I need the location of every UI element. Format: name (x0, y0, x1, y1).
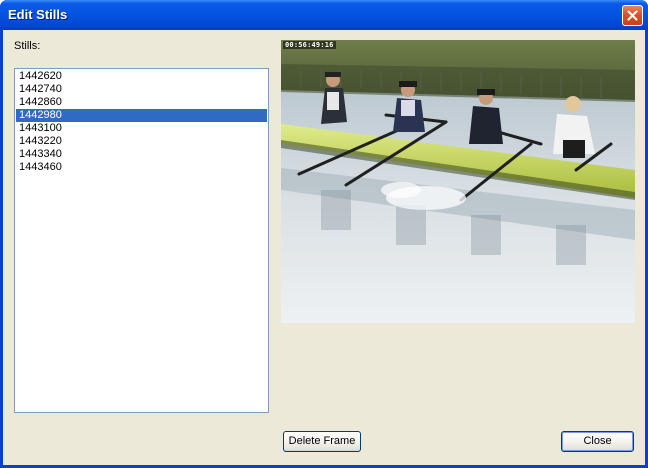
list-item[interactable]: 1442620 (16, 70, 267, 83)
list-item[interactable]: 1443100 (16, 122, 267, 135)
window-title: Edit Stills (8, 7, 68, 22)
list-item[interactable]: 1442740 (16, 83, 267, 96)
timecode-overlay: 00:56:49:16 (283, 41, 336, 49)
rowing-crew-image (281, 40, 635, 323)
list-item[interactable]: 1442980 (16, 109, 267, 122)
close-icon (627, 10, 638, 21)
delete-frame-button[interactable]: Delete Frame (283, 431, 361, 452)
close-button[interactable]: Close (561, 431, 634, 452)
still-preview-image: 00:56:49:16 (281, 40, 635, 323)
list-item[interactable]: 1443220 (16, 135, 267, 148)
stills-label: Stills: (14, 40, 41, 52)
window-close-button[interactable] (622, 5, 643, 26)
dialog-client-area: Stills: 1442620 1442740 1442860 1442980 … (3, 30, 645, 465)
stills-listbox[interactable]: 1442620 1442740 1442860 1442980 1443100 … (14, 68, 269, 413)
list-item[interactable]: 1443340 (16, 148, 267, 161)
edit-stills-dialog: Edit Stills Stills: 1442620 1442740 1442… (0, 0, 648, 468)
title-bar[interactable]: Edit Stills (0, 0, 648, 30)
list-item[interactable]: 1442860 (16, 96, 267, 109)
list-item[interactable]: 1443460 (16, 161, 267, 174)
